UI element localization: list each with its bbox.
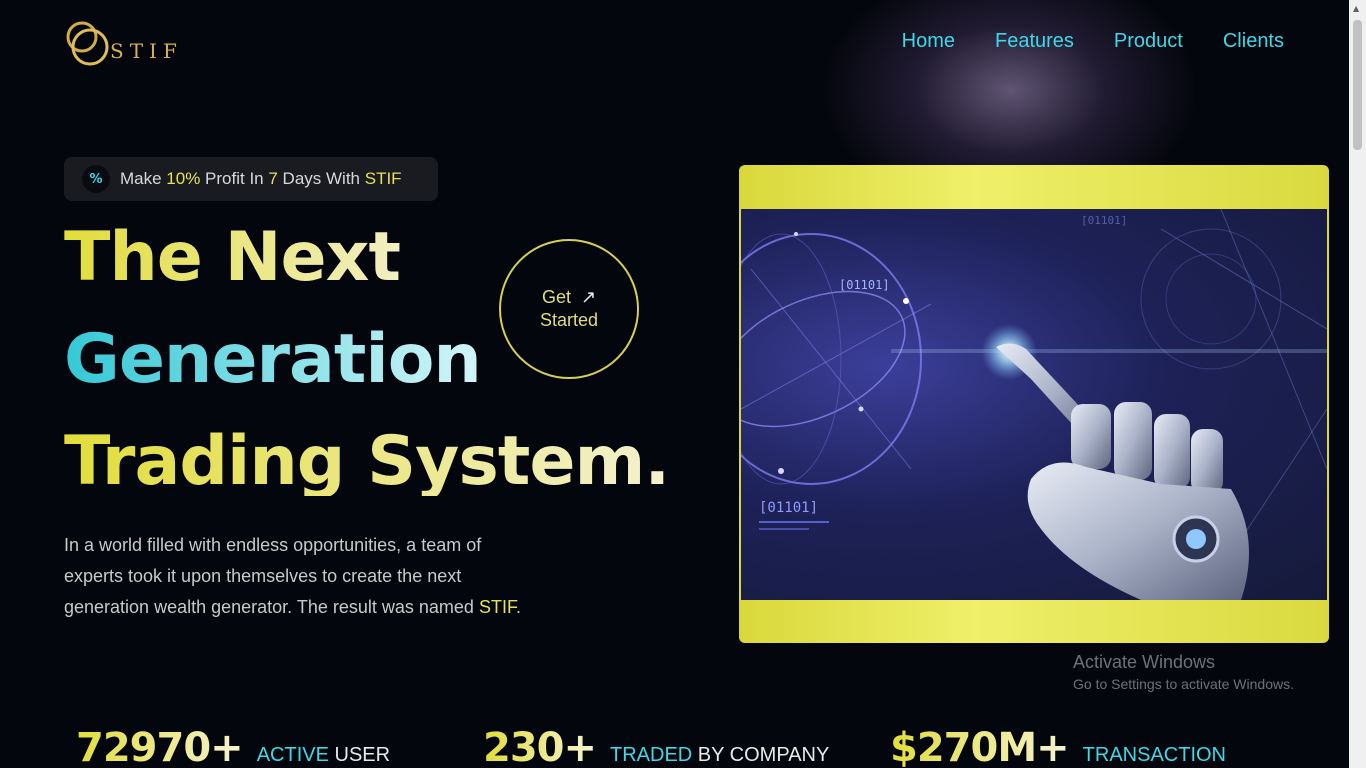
nav-product[interactable]: Product (1114, 30, 1183, 53)
stat-value: $270M+ (890, 725, 1070, 768)
scroll-up-arrow-icon[interactable]: ▲ (1353, 4, 1359, 13)
percent-icon: % (82, 165, 110, 193)
hero-description: In a world filled with endless opportuni… (64, 535, 521, 617)
promo-text: Make 10% Profit In 7 Days With STIF (120, 169, 402, 188)
hero-image-frame: [01101] [01101] [01101] (739, 165, 1329, 643)
stat-label: TRADED BY COMPANY (610, 744, 830, 766)
get-started-button[interactable]: Get ↗ Started (499, 239, 639, 379)
stat-active-user: 72970+ ACTIVE USER (76, 728, 390, 768)
promo-badge: % Make 10% Profit In 7 Days With STIF (64, 157, 438, 201)
code-label-2: [01101] (759, 500, 818, 516)
robot-hand-illustration: [01101] [01101] [01101] (741, 209, 1327, 600)
logo-text: STIF (110, 39, 183, 63)
nav-features[interactable]: Features (995, 30, 1074, 53)
nav-clients[interactable]: Clients (1223, 30, 1284, 53)
activate-windows-title: Activate Windows (1073, 652, 1216, 672)
stat-label: TRANSACTION (1082, 744, 1226, 766)
cta-label-1: Get (541, 286, 571, 307)
stat-label: ACTIVE USER (256, 744, 391, 766)
page-scrollbar[interactable]: ▲ (1349, 0, 1366, 768)
code-label-1: [01101] (839, 278, 890, 292)
scrollbar-thumb[interactable] (1353, 20, 1362, 150)
code-label-3: [01101] (1081, 214, 1127, 227)
headline-line-3: Trading System. (64, 422, 670, 501)
activate-windows-subtitle: Go to Settings to activate Windows. (1073, 676, 1294, 692)
headline-line-1: The Next (64, 218, 401, 297)
stat-value: 72970+ (76, 725, 244, 768)
main-nav: Home Features Product Clients (902, 30, 1284, 53)
stat-transaction: $270M+ TRANSACTION (890, 728, 1226, 768)
stat-value: 230+ (483, 725, 597, 768)
logo[interactable]: STIF (62, 16, 192, 72)
logo-rings-icon (66, 21, 109, 66)
activate-windows-watermark: Activate Windows Go to Settings to activ… (1073, 652, 1294, 692)
cta-label-2: Started (539, 310, 599, 330)
arrow-up-right-icon: ↗ (580, 286, 597, 307)
nav-home[interactable]: Home (902, 30, 955, 53)
headline-line-2: Generation (64, 320, 482, 399)
stat-traded-by-company: 230+ TRADED BY COMPANY (483, 728, 829, 768)
